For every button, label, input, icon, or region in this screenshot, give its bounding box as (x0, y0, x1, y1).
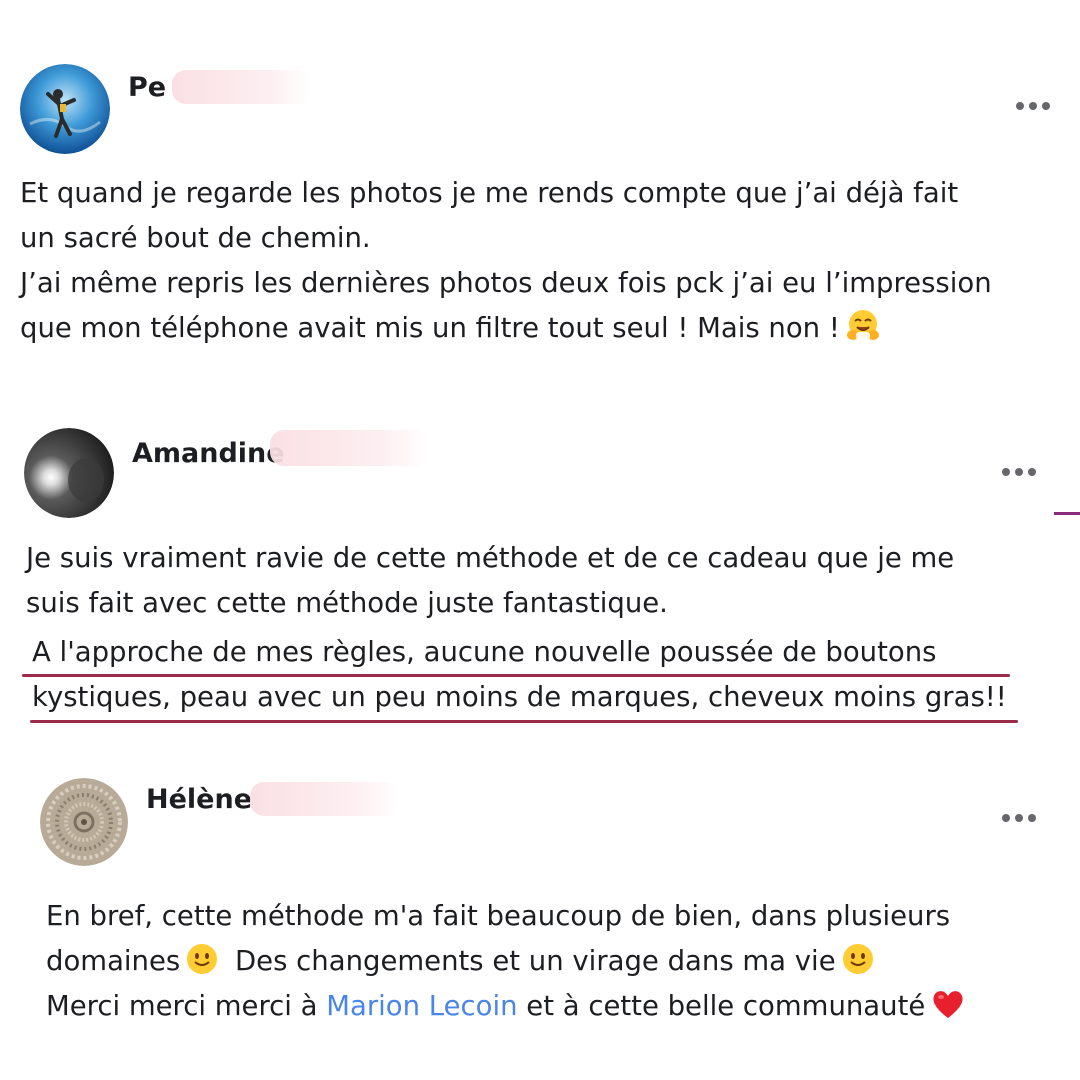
smiling-face-emoji (842, 943, 874, 989)
redacted-name (172, 70, 312, 104)
smiling-face-emoji (186, 943, 218, 989)
comment-helene: Hélène En bref, cette méthode m'a fait b… (0, 740, 1080, 1080)
redacted-name (250, 782, 400, 816)
red-heart-emoji (931, 988, 965, 1034)
comment-line: J’ai même repris les dernières photos de… (20, 267, 992, 299)
author-name[interactable]: Pe (128, 72, 166, 103)
comment-line: En bref, cette méthode m'a fait beaucoup… (46, 900, 951, 932)
edge-mark (1054, 512, 1080, 515)
hugging-face-emoji (846, 308, 880, 356)
comment-body: Et quand je regarde les photos je me ren… (20, 171, 992, 351)
comment-pe: Pe Et quand je regarde les photos je me … (0, 0, 1080, 380)
diver-avatar-icon[interactable] (20, 64, 110, 154)
comment-line: suis fait avec cette méthode juste fanta… (26, 587, 668, 619)
author-name[interactable]: Amandine (132, 438, 285, 469)
redacted-name (270, 430, 430, 466)
comment-line: Je suis vraiment ravie de cette méthode … (26, 542, 955, 574)
comment-line: domaines Des changements et un virage da… (46, 939, 965, 984)
comment-amandine: Amandine Je suis vraiment ravie de cette… (0, 380, 1080, 740)
author-name[interactable]: Hélène (146, 784, 252, 815)
more-options-icon[interactable] (1002, 810, 1042, 826)
comment-line: un sacré bout de chemin. (20, 222, 371, 254)
spiral-avatar-icon[interactable] (40, 778, 128, 866)
mention-link[interactable]: Marion Lecoin (326, 990, 517, 1022)
comment-line: Et quand je regarde les photos je me ren… (20, 177, 959, 209)
comment-line: que mon téléphone avait mis un filtre to… (20, 306, 992, 351)
more-options-icon[interactable] (1016, 98, 1056, 114)
dark-photo-avatar-icon[interactable] (24, 428, 114, 518)
highlight-underline (30, 720, 1018, 723)
more-options-icon[interactable] (1002, 464, 1042, 480)
highlighted-line: kystiques, peau avec un peu moins de mar… (32, 681, 1007, 713)
highlight-underline (22, 674, 1010, 677)
comment-body: En bref, cette méthode m'a fait beaucoup… (46, 894, 965, 1029)
highlighted-line: A l'approche de mes règles, aucune nouve… (32, 636, 937, 668)
comment-line: Merci merci merci à Marion Lecoin et à c… (46, 984, 965, 1029)
comment-body: Je suis vraiment ravie de cette méthode … (26, 536, 954, 626)
